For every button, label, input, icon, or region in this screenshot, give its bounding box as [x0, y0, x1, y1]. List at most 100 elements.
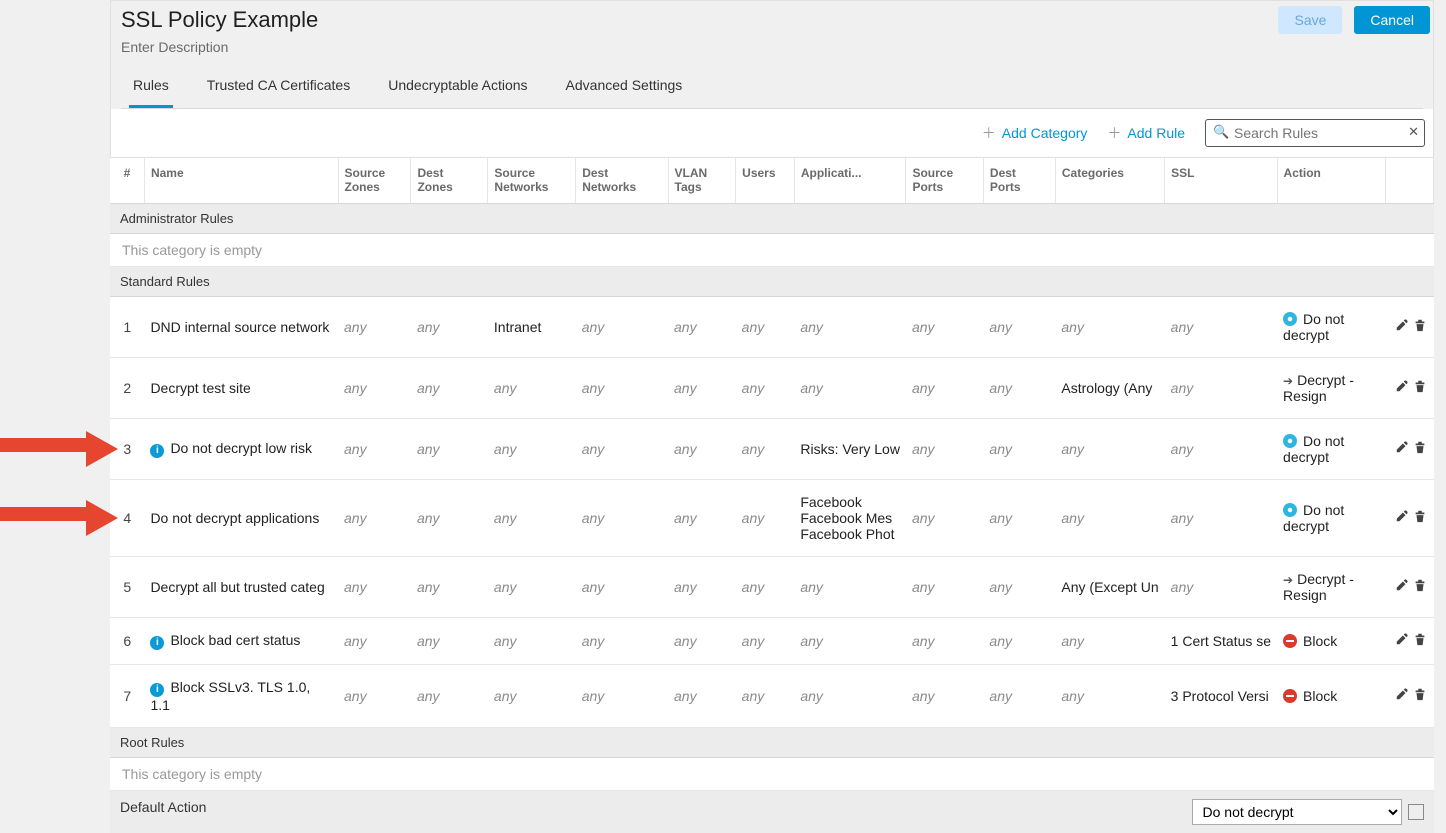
col-source-ports[interactable]: Source Ports: [906, 158, 983, 203]
save-button[interactable]: Save: [1278, 6, 1342, 34]
tab-undecryptable[interactable]: Undecryptable Actions: [384, 67, 531, 108]
cell-vl: any: [668, 479, 736, 556]
table-row[interactable]: 7iBlock SSLv3. TLS 1.0, 1.1anyanyanyanya…: [110, 664, 1434, 727]
cell-any: any: [742, 579, 765, 595]
cell-sn: any: [488, 617, 576, 664]
delete-icon[interactable]: [1413, 632, 1427, 646]
cell-any: any: [582, 319, 605, 335]
table-row[interactable]: 5Decrypt all but trusted categanyanyanya…: [110, 556, 1434, 617]
cell-dz: any: [411, 418, 488, 479]
delete-icon[interactable]: [1413, 379, 1427, 393]
edit-icon[interactable]: [1395, 318, 1409, 332]
info-icon[interactable]: i: [150, 683, 164, 697]
edit-icon[interactable]: [1395, 687, 1409, 701]
log-icon[interactable]: [1408, 804, 1424, 820]
cell-ap: any: [794, 357, 906, 418]
cell-action: Block: [1277, 664, 1385, 727]
action-badge: Block: [1283, 633, 1337, 649]
cell-any: any: [989, 579, 1012, 595]
rule-name: Do not decrypt applications: [144, 479, 338, 556]
cell-any: any: [1171, 319, 1194, 335]
cell-sp: any: [906, 617, 983, 664]
table-row[interactable]: 4Do not decrypt applicationsanyanyanyany…: [110, 479, 1434, 556]
cell-any: any: [912, 633, 935, 649]
cell-any: any: [494, 688, 517, 704]
tab-trusted-ca[interactable]: Trusted CA Certificates: [203, 67, 354, 108]
cell-vl: any: [668, 556, 736, 617]
cell-value: Astrology (Any: [1061, 380, 1158, 396]
info-icon[interactable]: i: [150, 636, 164, 650]
cell-ssl: any: [1165, 556, 1277, 617]
edit-icon[interactable]: [1395, 440, 1409, 454]
cell-ap: any: [794, 617, 906, 664]
table-row[interactable]: 6iBlock bad cert statusanyanyanyanyanyan…: [110, 617, 1434, 664]
delete-icon[interactable]: [1413, 509, 1427, 523]
search-input[interactable]: [1205, 119, 1425, 147]
cell-ssl: 3 Protocol Versi: [1165, 664, 1277, 727]
delete-icon[interactable]: [1413, 440, 1427, 454]
cell-dn: any: [576, 357, 668, 418]
cell-ap: any: [794, 556, 906, 617]
cell-vl: any: [668, 617, 736, 664]
page-title: SSL Policy Example: [121, 7, 1423, 33]
cell-dp: any: [983, 664, 1055, 727]
col-dest-ports[interactable]: Dest Ports: [983, 158, 1055, 203]
col-source-networks[interactable]: Source Networks: [488, 158, 576, 203]
default-action-select[interactable]: Do not decrypt: [1192, 799, 1402, 825]
col-users[interactable]: Users: [736, 158, 795, 203]
edit-icon[interactable]: [1395, 578, 1409, 592]
col-ssl[interactable]: SSL: [1165, 158, 1277, 203]
cell-action: Decrypt - Resign: [1277, 357, 1385, 418]
cell-vl: any: [668, 296, 736, 357]
info-icon[interactable]: i: [150, 444, 164, 458]
edit-icon[interactable]: [1395, 509, 1409, 523]
col-action[interactable]: Action: [1277, 158, 1385, 203]
edit-icon[interactable]: [1395, 379, 1409, 393]
page-description[interactable]: Enter Description: [121, 39, 1423, 55]
col-name[interactable]: Name: [144, 158, 338, 203]
col-applications[interactable]: Applicati...: [794, 158, 906, 203]
cell-vl: any: [668, 664, 736, 727]
col-categories[interactable]: Categories: [1055, 158, 1164, 203]
col-dest-networks[interactable]: Dest Networks: [576, 158, 668, 203]
cell-ap: any: [794, 296, 906, 357]
col-num[interactable]: #: [110, 158, 144, 203]
cell-ssl: any: [1165, 479, 1277, 556]
edit-icon[interactable]: [1395, 632, 1409, 646]
tab-rules[interactable]: Rules: [129, 67, 173, 108]
cell-ops: [1385, 479, 1433, 556]
cell-any: any: [582, 441, 605, 457]
table-row[interactable]: 1DND internal source networkanyanyIntran…: [110, 296, 1434, 357]
col-dest-zones[interactable]: Dest Zones: [411, 158, 488, 203]
cell-any: any: [417, 319, 440, 335]
delete-icon[interactable]: [1413, 687, 1427, 701]
cell-any: any: [1171, 441, 1194, 457]
action-badge: Do not decrypt: [1283, 502, 1344, 534]
add-category-button[interactable]: ＋ Add Category: [982, 123, 1088, 143]
table-row[interactable]: 2Decrypt test siteanyanyanyanyanyanyanya…: [110, 357, 1434, 418]
cell-any: any: [494, 380, 517, 396]
delete-icon[interactable]: [1413, 578, 1427, 592]
tab-advanced[interactable]: Advanced Settings: [562, 67, 687, 108]
clear-search-icon[interactable]: ✕: [1408, 124, 1419, 140]
col-vlan-tags[interactable]: VLAN Tags: [668, 158, 736, 203]
cell-ssl: any: [1165, 357, 1277, 418]
cancel-button[interactable]: Cancel: [1354, 6, 1430, 34]
empty-category: This category is empty: [110, 757, 1434, 790]
cell-value: 3 Protocol Versi: [1171, 688, 1271, 704]
col-source-zones[interactable]: Source Zones: [338, 158, 411, 203]
table-row[interactable]: 3iDo not decrypt low riskanyanyanyanyany…: [110, 418, 1434, 479]
cell-sz: any: [338, 357, 411, 418]
cell-sp: any: [906, 556, 983, 617]
cell-value: FacebookFacebook MesFacebook Phot: [800, 494, 900, 542]
cell-any: any: [1171, 579, 1194, 595]
cell-any: any: [1061, 688, 1084, 704]
cell-any: any: [417, 579, 440, 595]
cell-dp: any: [983, 296, 1055, 357]
add-rule-button[interactable]: ＋ Add Rule: [1107, 123, 1185, 143]
delete-icon[interactable]: [1413, 318, 1427, 332]
cell-dp: any: [983, 418, 1055, 479]
callout-arrow-icon: [0, 500, 118, 536]
cell-any: any: [344, 380, 367, 396]
cell-any: any: [800, 579, 823, 595]
